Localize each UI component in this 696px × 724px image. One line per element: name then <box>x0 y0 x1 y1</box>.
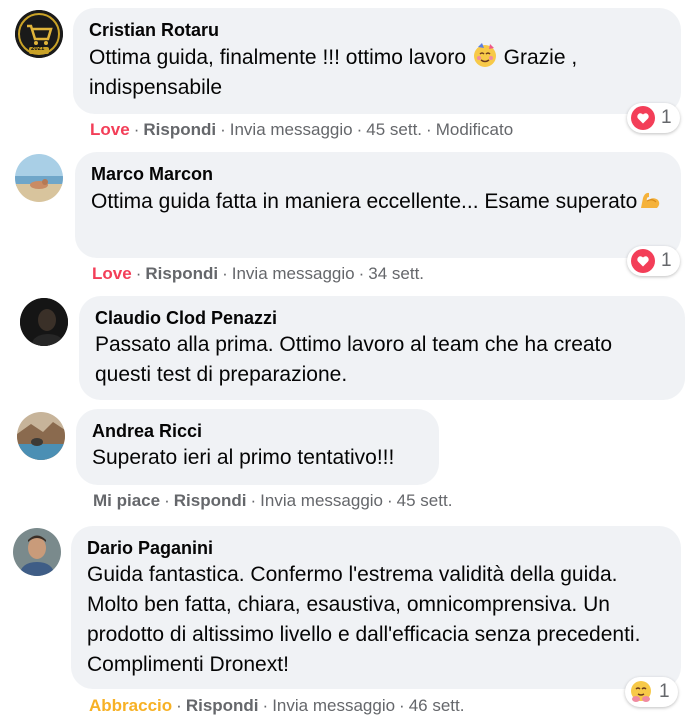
reaction-count-badge[interactable]: 1 <box>625 677 678 707</box>
avatar[interactable]: 2021 <box>15 10 63 58</box>
comment-text: Passato alla prima. Ottimo lavoro al tea… <box>95 333 613 386</box>
timestamp[interactable]: 45 sett. <box>397 491 453 510</box>
reply-link[interactable]: Rispondi <box>143 120 216 139</box>
comment-actions: Love · Rispondi · Invia messaggio · 34 sett. <box>92 264 425 283</box>
comment-text: Guida fantastica. Confermo l'estrema val… <box>87 563 641 676</box>
comment-bubble: Dario Paganini Guida fantastica. Conferm… <box>71 526 681 689</box>
reaction-count: 1 <box>659 681 670 702</box>
reply-link[interactable]: Rispondi <box>174 491 247 510</box>
avatar[interactable] <box>17 412 65 460</box>
comment-author[interactable]: Andrea Ricci <box>92 419 423 443</box>
edited-label: Modificato <box>435 120 514 139</box>
landscape-avatar-icon <box>17 412 65 460</box>
comment-bubble: Claudio Clod Penazzi Passato alla prima.… <box>79 296 685 400</box>
portrait-avatar-icon <box>20 298 68 346</box>
comment-actions: Love · Rispondi · Invia messaggio · 45 sett. · M… <box>90 120 514 139</box>
avatar[interactable] <box>13 528 61 576</box>
comment-author[interactable]: Dario Paganini <box>87 536 665 560</box>
comment-text: Ottima guida, finalmente !!! ottimo lavo… <box>89 42 665 103</box>
comment-actions: Mi piace · Rispondi · Invia messaggio · 45 set… <box>93 491 453 510</box>
reaction-count: 1 <box>661 107 672 128</box>
timestamp[interactable]: 46 sett. <box>409 696 465 715</box>
comment-text: Superato ieri al primo tentativo!!! <box>92 446 395 469</box>
hug-reaction-link[interactable]: Abbraccio <box>89 696 172 715</box>
send-message-link[interactable]: Invia messaggio <box>272 696 395 715</box>
reply-link[interactable]: Rispondi <box>186 696 259 715</box>
comment-text: Ottima guida fatta in maniera eccellente… <box>91 186 665 217</box>
love-reaction-link[interactable]: Love <box>92 264 132 283</box>
avatar-badge-text: 2021 <box>31 46 45 52</box>
party-face-emoji-icon <box>473 43 496 67</box>
flexed-biceps-emoji-icon <box>641 192 660 208</box>
comment-bubble: Marco Marcon Ottima guida fatta in manie… <box>75 152 681 258</box>
comment-author[interactable]: Claudio Clod Penazzi <box>95 306 669 330</box>
hug-face-icon <box>631 681 651 702</box>
love-reaction-link[interactable]: Love <box>90 120 130 139</box>
timestamp[interactable]: 34 sett. <box>368 264 424 283</box>
beach-photo-avatar-icon <box>15 154 63 202</box>
reaction-count-badge[interactable]: 1 <box>627 246 680 276</box>
send-message-link[interactable]: Invia messaggio <box>230 120 353 139</box>
timestamp[interactable]: 45 sett. <box>366 120 422 139</box>
comment-actions: Abbraccio · Rispondi · Invia messaggio · 46 se… <box>89 696 465 715</box>
portrait-avatar-icon <box>13 528 61 576</box>
avatar[interactable] <box>15 154 63 202</box>
send-message-link[interactable]: Invia messaggio <box>260 491 383 510</box>
reply-link[interactable]: Rispondi <box>145 264 218 283</box>
reaction-count-badge[interactable]: 1 <box>627 103 680 133</box>
avatar[interactable] <box>20 298 68 346</box>
send-message-link[interactable]: Invia messaggio <box>232 264 355 283</box>
comment-author[interactable]: Marco Marcon <box>91 162 665 186</box>
heart-icon <box>631 106 655 130</box>
reaction-count: 1 <box>661 250 672 271</box>
heart-icon <box>631 249 655 273</box>
comment-bubble: Cristian Rotaru Ottima guida, finalmente… <box>73 8 681 114</box>
like-link[interactable]: Mi piace <box>93 491 160 510</box>
comment-author[interactable]: Cristian Rotaru <box>89 18 665 42</box>
comment-bubble: Andrea Ricci Superato ieri al primo tent… <box>76 409 439 485</box>
